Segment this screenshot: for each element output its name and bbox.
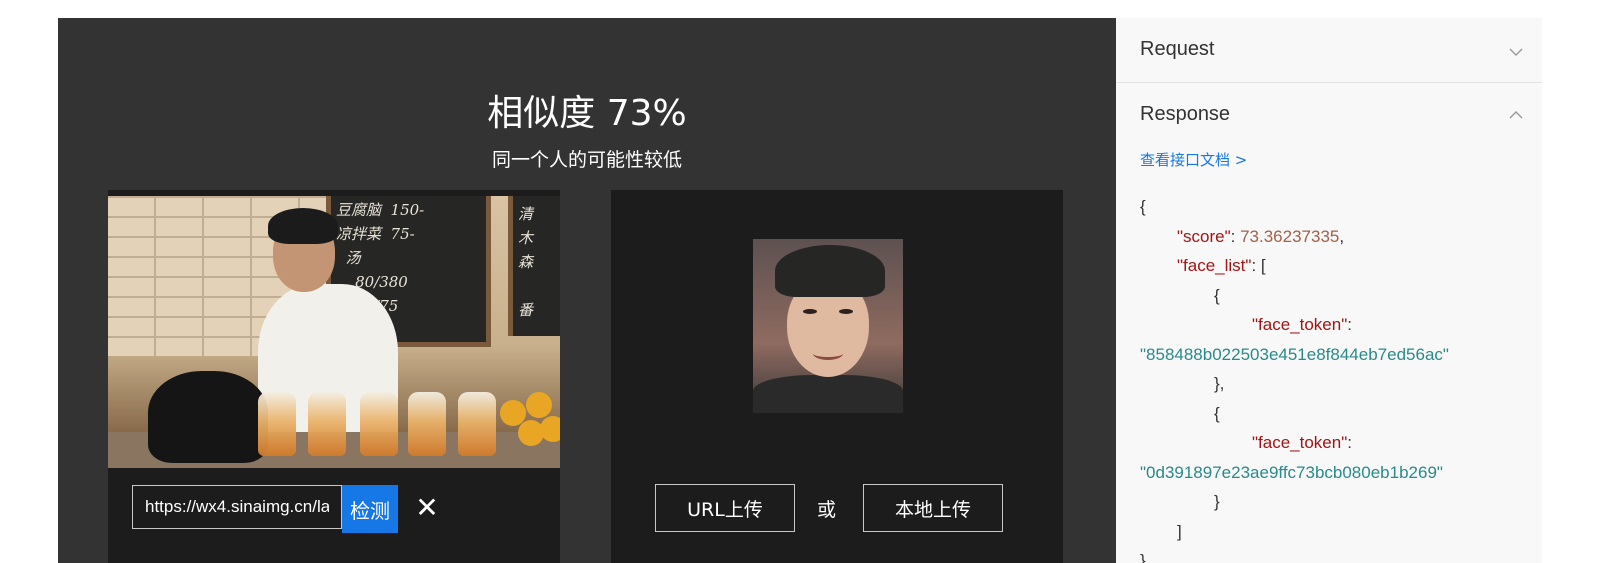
right-image-card: URL上传 或 本地上传 <box>611 190 1063 563</box>
image-url-input[interactable] <box>133 486 341 528</box>
face-photo <box>753 239 903 413</box>
url-upload-button[interactable]: URL上传 <box>655 484 795 532</box>
close-icon[interactable]: ✕ <box>414 493 440 523</box>
response-section-header[interactable]: Response <box>1116 83 1542 147</box>
or-label: 或 <box>817 499 837 521</box>
chevron-up-icon[interactable] <box>1508 107 1524 123</box>
similarity-subtitle: 同一个人的可能性较低 <box>491 149 682 171</box>
chevron-down-icon[interactable] <box>1508 44 1524 60</box>
detect-button[interactable]: 检测 <box>342 485 398 533</box>
left-image-card: 豆腐脑 150- 凉拌菜 75- 汤 80/380 5/75 清 木 森 番 检… <box>108 190 560 563</box>
api-panel: Request Response 查看接口文档 > { "score": 73.… <box>1116 18 1542 563</box>
image-url-field[interactable] <box>132 485 342 529</box>
request-title: Request <box>1140 38 1215 60</box>
similarity-title: 相似度 73% <box>487 93 687 134</box>
response-title: Response <box>1140 103 1231 125</box>
left-photo: 豆腐脑 150- 凉拌菜 75- 汤 80/380 5/75 清 木 森 番 <box>108 196 560 468</box>
local-upload-button[interactable]: 本地上传 <box>863 484 1003 532</box>
response-json: { "score": 73.36237335, "face_list": [ {… <box>1140 197 1449 563</box>
face-compare-demo: 相似度 73% 同一个人的可能性较低 豆腐脑 150- 凉拌菜 75- 汤 80… <box>58 18 1116 563</box>
request-section-header[interactable]: Request <box>1116 18 1542 83</box>
api-doc-link[interactable]: 查看接口文档 > <box>1140 149 1247 170</box>
